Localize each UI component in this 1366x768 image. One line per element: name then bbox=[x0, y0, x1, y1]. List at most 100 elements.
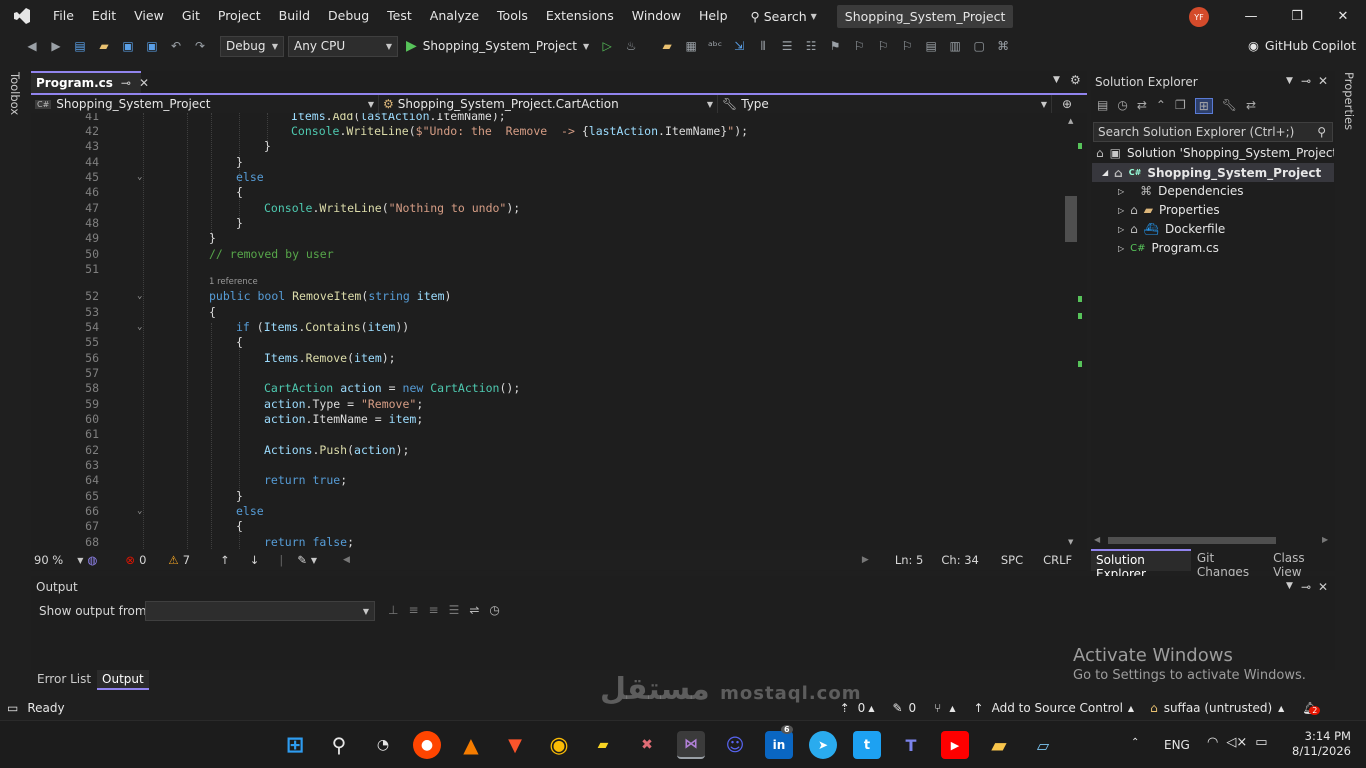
hscroll-left-icon[interactable]: ◀ bbox=[343, 555, 350, 565]
scroll-up-icon[interactable]: ▲ bbox=[1068, 117, 1073, 125]
input-language[interactable]: ENG bbox=[1164, 738, 1190, 752]
undo-icon[interactable]: ↶ bbox=[166, 36, 186, 56]
repo-status[interactable]: suffaa (untrusted) bbox=[1164, 701, 1272, 715]
zoom-level[interactable]: 90 % bbox=[34, 553, 63, 567]
start-debugging-button[interactable]: ▶ Shopping_System_Project ▼ bbox=[406, 38, 589, 54]
se-horizontal-scrollbar[interactable]: ◀ ▶ bbox=[1094, 535, 1332, 545]
menu-item-file[interactable]: File bbox=[44, 0, 83, 32]
redo-icon[interactable]: ↷ bbox=[190, 36, 210, 56]
extensions-icon[interactable]: ⌘ bbox=[993, 36, 1013, 56]
settings-gear-icon[interactable]: ⚙ bbox=[1070, 73, 1081, 87]
switch-views-icon[interactable]: ▤ bbox=[1097, 98, 1108, 114]
menu-item-project[interactable]: Project bbox=[209, 0, 270, 32]
next-message-icon[interactable]: ≡ bbox=[429, 603, 439, 617]
back-icon[interactable]: ◀ bbox=[22, 36, 42, 56]
properties-wrench-icon[interactable]: 🔧︎ bbox=[1222, 98, 1237, 114]
fold-chevron-icon[interactable]: ⌄ bbox=[137, 172, 142, 182]
windows-start-icon[interactable]: ⊞ bbox=[281, 731, 309, 759]
clock[interactable]: 3:14 PM 8/11/2026 bbox=[1292, 729, 1351, 759]
scroll-right-icon[interactable]: ▶ bbox=[1322, 535, 1328, 544]
line-ending[interactable]: CRLF bbox=[1043, 553, 1072, 567]
system-tray[interactable]: ◠ ◁× ▭ bbox=[1207, 735, 1268, 750]
discord-icon[interactable]: ☺ bbox=[721, 731, 749, 759]
youtube-icon[interactable]: ▶ bbox=[941, 731, 969, 759]
warning-count[interactable]: 7 bbox=[183, 553, 190, 567]
code-editor[interactable]: 41 Items.Add(lastAction.ItemName); 42 Co… bbox=[31, 113, 1063, 549]
scroll-left-icon[interactable]: ◀ bbox=[1094, 535, 1100, 544]
preview-icon[interactable]: ⇄ bbox=[1246, 98, 1256, 114]
hscroll-right-icon[interactable]: ▶ bbox=[862, 555, 869, 565]
menu-item-view[interactable]: View bbox=[125, 0, 173, 32]
pin-icon[interactable]: ⊸ bbox=[1301, 74, 1311, 88]
properties-tab[interactable]: Properties bbox=[1342, 72, 1356, 130]
tree-project[interactable]: ◢ ⌂ C# Shopping_System_Project bbox=[1092, 163, 1334, 182]
codelens-reference[interactable]: 1 reference bbox=[209, 277, 258, 287]
collapse-all-icon[interactable]: ⌃ bbox=[1156, 98, 1166, 114]
copilot-status-icon[interactable]: ◍ bbox=[87, 553, 97, 567]
pin-icon[interactable]: ⊸ bbox=[1301, 580, 1311, 594]
toolbox-tab[interactable]: Toolbox bbox=[8, 72, 22, 115]
panel-menu-icon[interactable]: ▼ bbox=[1286, 581, 1293, 591]
history-icon[interactable]: ◷ bbox=[1117, 98, 1127, 114]
close-icon[interactable]: ✕ bbox=[139, 76, 149, 90]
find-message-icon[interactable]: ⊥ bbox=[388, 603, 398, 617]
menu-item-tools[interactable]: Tools bbox=[488, 0, 537, 32]
tab-output[interactable]: Output bbox=[97, 670, 149, 690]
timestamp-icon[interactable]: ◷ bbox=[489, 603, 499, 617]
menu-item-test[interactable]: Test bbox=[378, 0, 421, 32]
attach-icon[interactable]: ▢ bbox=[969, 36, 989, 56]
visual-studio-taskbar-icon[interactable]: ⋈ bbox=[677, 731, 705, 759]
chevron-down-icon[interactable]: ▼ bbox=[77, 556, 83, 565]
bookmark-next-icon[interactable]: ⚐ bbox=[873, 36, 893, 56]
reddit-icon[interactable]: ● bbox=[413, 731, 441, 759]
outdent-icon[interactable]: ☷ bbox=[801, 36, 821, 56]
pin-icon[interactable]: ⊸ bbox=[121, 76, 131, 90]
speedometer-icon[interactable]: ◔ bbox=[369, 731, 397, 759]
source-control-arrow-icon[interactable]: ↑ bbox=[974, 701, 984, 715]
open-folder-icon[interactable]: ▰ bbox=[94, 36, 114, 56]
tab-git-changes[interactable]: Git Changes bbox=[1191, 549, 1267, 579]
layout-icon[interactable]: ▦ bbox=[681, 36, 701, 56]
notepad-icon[interactable]: ▱ bbox=[1029, 731, 1057, 759]
search-icon[interactable]: ⚲ bbox=[325, 731, 353, 759]
panel-menu-icon[interactable]: ▼ bbox=[1286, 76, 1293, 86]
show-hidden-icons-icon[interactable]: ⌃ bbox=[1131, 737, 1139, 748]
save-all-icon[interactable]: ▣ bbox=[142, 36, 162, 56]
tree-item-program-cs[interactable]: ▷ C# Program.cs bbox=[1118, 241, 1219, 255]
fold-chevron-icon[interactable]: ⌄ bbox=[137, 322, 142, 332]
platform-dropdown[interactable]: Any CPU ▼ bbox=[288, 35, 398, 57]
hot-reload-icon[interactable]: ♨ bbox=[621, 36, 641, 56]
indent-icon[interactable]: ☰ bbox=[777, 36, 797, 56]
start-without-debugging-icon[interactable]: ▷ bbox=[597, 36, 617, 56]
warning-icon[interactable]: ⚠ bbox=[168, 553, 178, 567]
bookmark-clear-icon[interactable]: ⚐ bbox=[897, 36, 917, 56]
avatar[interactable]: YF bbox=[1189, 7, 1209, 27]
menu-item-edit[interactable]: Edit bbox=[83, 0, 125, 32]
previous-issue-icon[interactable]: ↑ bbox=[220, 553, 230, 567]
clear-all-icon[interactable]: ☰ bbox=[449, 603, 460, 617]
tree-solution[interactable]: ⌂ ▣ Solution 'Shopping_System_Project' (… bbox=[1096, 146, 1334, 160]
tab-class-view[interactable]: Class View bbox=[1267, 549, 1335, 579]
menu-item-analyze[interactable]: Analyze bbox=[421, 0, 488, 32]
minimize-button[interactable]: — bbox=[1228, 0, 1274, 32]
new-project-icon[interactable]: ▤ bbox=[70, 36, 90, 56]
telegram-icon[interactable]: ➤ bbox=[809, 731, 837, 759]
save-icon[interactable]: ▣ bbox=[118, 36, 138, 56]
restore-button[interactable]: ❐ bbox=[1274, 0, 1320, 32]
solution-search-input[interactable]: Search Solution Explorer (Ctrl+;) ⚲ bbox=[1093, 122, 1333, 142]
notes-icon[interactable]: ▰ bbox=[589, 731, 617, 759]
pencil-icon[interactable]: ✎ bbox=[892, 701, 902, 715]
chrome-icon[interactable]: ◉ bbox=[545, 731, 573, 759]
tab-solution-explorer[interactable]: Solution Explorer bbox=[1091, 549, 1191, 581]
show-all-files-icon[interactable]: ❐ bbox=[1175, 98, 1186, 114]
bookmark-prev-icon[interactable]: ⚐ bbox=[849, 36, 869, 56]
code-cleanup-icon[interactable]: ✎ bbox=[297, 553, 307, 567]
split-editor-icon[interactable]: ⊕ bbox=[1052, 95, 1082, 113]
tab-error-list[interactable]: Error List bbox=[31, 670, 97, 690]
bookmark-icon[interactable]: ⚑ bbox=[825, 36, 845, 56]
solution-folder-icon[interactable]: ▰ bbox=[657, 36, 677, 56]
scrollbar-thumb[interactable] bbox=[1108, 537, 1276, 544]
search-menu[interactable]: ⚲ Search ▼ bbox=[743, 9, 825, 24]
member-dropdown[interactable]: 🔧︎ Type ▼ bbox=[718, 95, 1052, 113]
spell-check-icon[interactable]: ᵃᵇᶜ bbox=[705, 36, 725, 56]
